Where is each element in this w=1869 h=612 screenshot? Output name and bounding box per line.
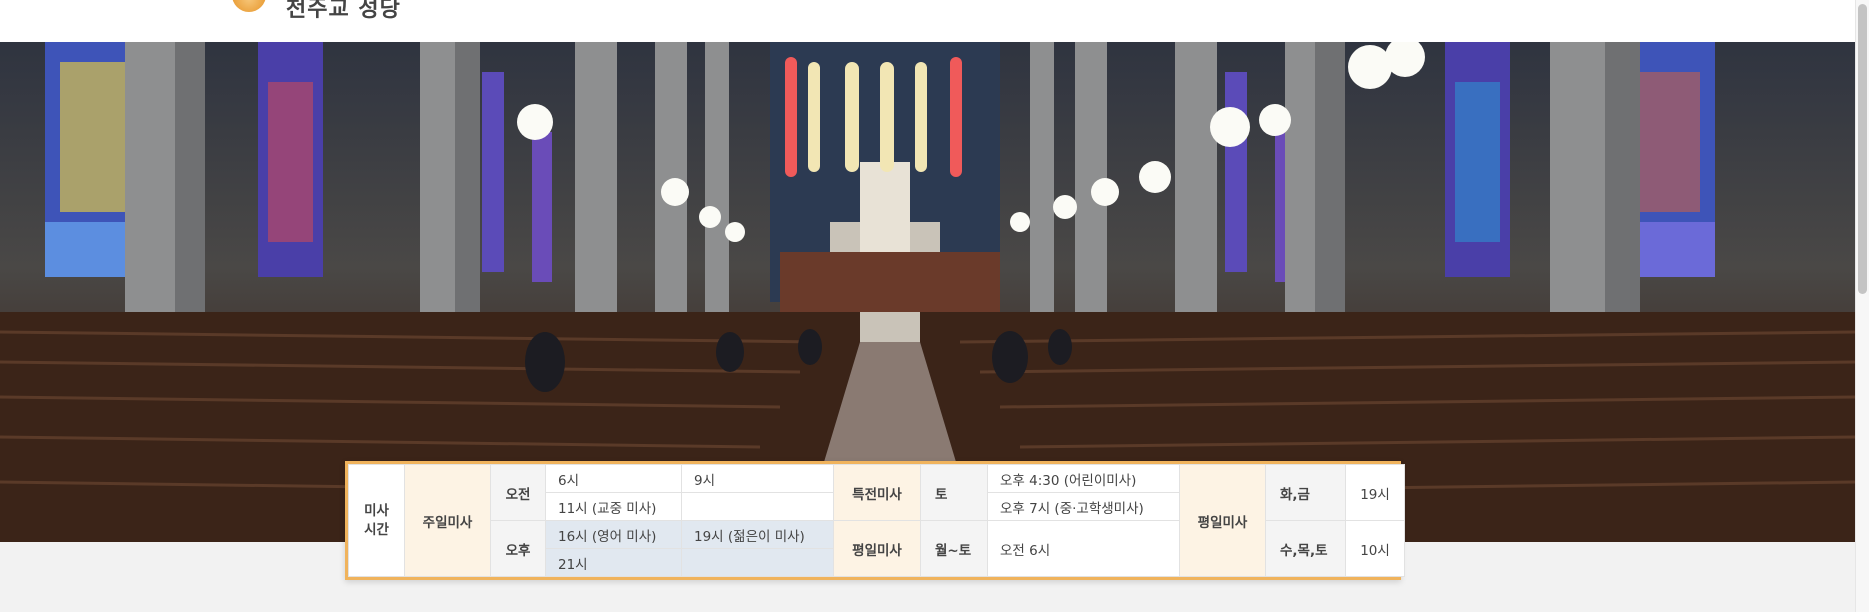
pm-label: 오후 (490, 520, 546, 577)
sunday-pm-time: 19시 (젊은이 미사) (681, 520, 834, 549)
mass-time-title: 미사 시간 (348, 464, 405, 577)
sunday-am-time: 6시 (545, 464, 682, 493)
weekday-days: 수,목,토 (1265, 520, 1346, 577)
sunday-pm-time: 16시 (영어 미사) (545, 520, 682, 549)
weekday-time: 19시 (1345, 464, 1405, 521)
sunday-mass-label: 주일미사 (404, 464, 491, 577)
special-mass-day: 토 (920, 464, 988, 521)
sunday-am-time: 11시 (교중 미사) (545, 492, 682, 521)
weekday-mass-time: 오전 6시 (987, 520, 1180, 577)
special-mass-label: 특전미사 (833, 464, 921, 521)
weekday-mass-label: 평일미사 (833, 520, 921, 577)
sunday-am-time: 9시 (681, 464, 834, 493)
site-header: 천주교 성당 (0, 0, 1855, 42)
sunday-pm-time: 21시 (545, 548, 682, 577)
weekday-days: 화,금 (1265, 464, 1346, 521)
weekday-mass-day: 월~토 (920, 520, 988, 577)
mass-schedule-table: 미사 시간 주일미사 오전 6시 9시 특전미사 토 오후 4:30 (어린이미… (348, 464, 1405, 577)
sunday-pm-time-empty (681, 548, 834, 577)
weekday-time: 10시 (1345, 520, 1405, 577)
special-mass-time: 오후 7시 (중·고학생미사) (987, 492, 1180, 521)
weekday-mass-label-right: 평일미사 (1179, 464, 1266, 577)
mass-schedule-panel: 미사 시간 주일미사 오전 6시 9시 특전미사 토 오후 4:30 (어린이미… (345, 461, 1405, 580)
sunday-am-time-empty (681, 492, 834, 521)
page-scrollbar[interactable] (1855, 0, 1869, 612)
site-logo-text[interactable]: 천주교 성당 (286, 0, 401, 23)
special-mass-time: 오후 4:30 (어린이미사) (987, 464, 1180, 493)
logo-icon[interactable] (232, 0, 266, 12)
scrollbar-thumb[interactable] (1858, 4, 1867, 294)
am-label: 오전 (490, 464, 546, 521)
